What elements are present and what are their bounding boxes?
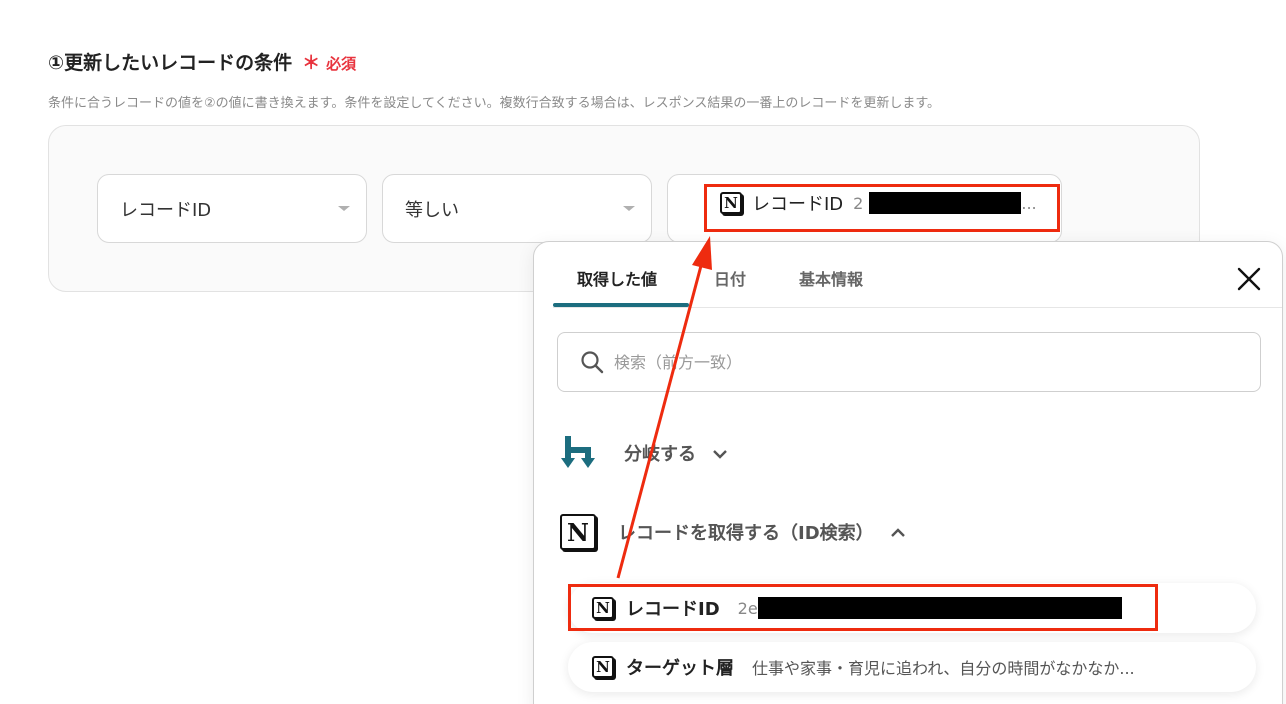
search-icon	[581, 351, 604, 374]
highlight-frame-source	[568, 584, 1158, 631]
required-label: 必須	[326, 55, 357, 73]
tab-divider	[553, 307, 1282, 308]
page: ①更新したいレコードの条件 ＊ 必須 条件に合うレコードの値を②の値に書き換えま…	[0, 0, 1286, 704]
branch-icon	[561, 436, 595, 468]
chevron-down-icon	[623, 206, 635, 211]
chevron-down-icon	[338, 206, 350, 211]
group-get-record[interactable]: N レコードを取得する（ID検索）	[560, 514, 906, 550]
section-title-text: ①更新したいレコードの条件	[48, 52, 293, 74]
list-item-target[interactable]: N ターゲット層 仕事や家事・育児に追われ、自分の時間がなかなか...	[568, 642, 1256, 692]
search-box[interactable]	[557, 332, 1261, 392]
field-select[interactable]: レコードID	[97, 174, 367, 243]
tab-fetched-values[interactable]: 取得した値	[577, 266, 657, 290]
tab-date[interactable]: 日付	[714, 266, 746, 290]
required-mark: ＊	[302, 53, 321, 74]
group-branch-label: 分岐する	[624, 444, 696, 465]
field-select-value: レコードID	[120, 199, 212, 221]
close-button[interactable]	[1234, 264, 1264, 294]
operator-select[interactable]: 等しい	[382, 174, 652, 243]
list-item-value: 仕事や家事・育児に追われ、自分の時間がなかなか...	[752, 659, 1135, 678]
notion-icon: N	[592, 656, 614, 678]
operator-select-value: 等しい	[405, 199, 459, 221]
list-item-label: ターゲット層	[626, 658, 734, 679]
tab-basic-info[interactable]: 基本情報	[799, 266, 863, 290]
group-branch[interactable]: 分岐する	[560, 432, 728, 474]
variable-picker-panel: 取得した値 日付 基本情報 分岐する	[533, 241, 1283, 704]
search-input[interactable]	[614, 352, 1214, 372]
notion-icon: N	[560, 514, 596, 550]
group-get-record-label: レコードを取得する（ID検索）	[618, 523, 874, 544]
section-description: 条件に合うレコードの値を②の値に書き換えます。条件を設定してください。複数行合致…	[48, 96, 941, 111]
chevron-up-icon	[891, 528, 905, 537]
close-icon	[1237, 267, 1261, 291]
chevron-down-icon	[713, 450, 728, 459]
highlight-frame-target	[704, 184, 1060, 232]
section-title: ①更新したいレコードの条件 ＊ 必須	[48, 48, 356, 75]
